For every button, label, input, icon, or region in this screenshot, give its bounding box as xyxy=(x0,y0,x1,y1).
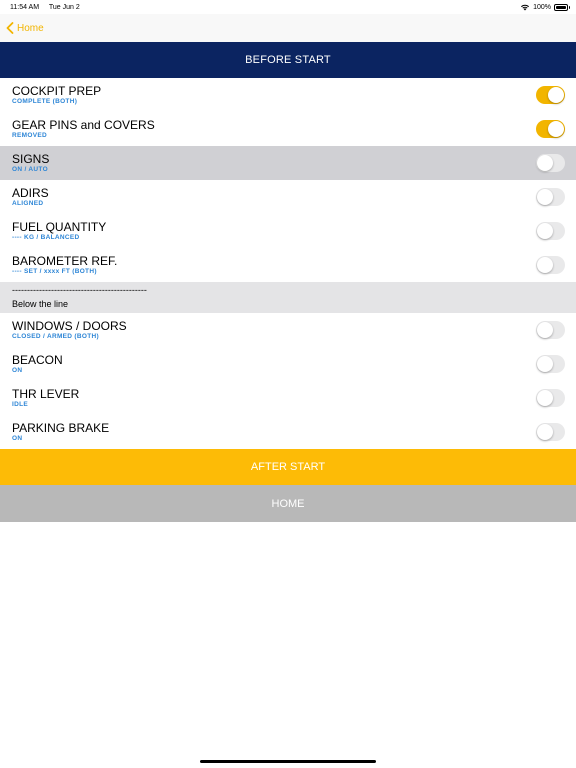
checklist-item-response: IDLE xyxy=(12,401,29,408)
checklist-item-title: FUEL QUANTITY xyxy=(12,220,107,234)
checklist-toggle[interactable] xyxy=(536,389,565,407)
toggle-knob xyxy=(537,223,553,239)
checklist-toggle[interactable] xyxy=(536,154,565,172)
toggle-knob xyxy=(537,257,553,273)
checklist-item-title: GEAR PINS and COVERS xyxy=(12,118,155,132)
checklist-bottom: WINDOWS / DOORS CLOSED / ARMED (BOTH) BEAC… xyxy=(0,313,576,449)
checklist-item-response: ---- KG / BALANCED xyxy=(12,234,80,241)
navigation-bar: Home xyxy=(0,14,576,42)
checklist-item-title: WINDOWS / DOORS xyxy=(12,319,127,333)
checklist-item-title: COCKPIT PREP xyxy=(12,84,102,98)
separator-label: Below the line xyxy=(12,299,69,309)
wifi-icon xyxy=(521,4,530,10)
checklist-row-text: BEACON ON xyxy=(12,353,63,375)
checklist-row-text: SIGNS ON / AUTO xyxy=(12,152,50,174)
checklist-item-response: REMOVED xyxy=(12,132,47,139)
checklist-row[interactable]: COCKPIT PREP COMPLETE (BOTH) xyxy=(0,78,576,112)
checklist-item-title: BEACON xyxy=(12,353,63,367)
toggle-knob xyxy=(537,322,553,338)
status-time: 11:54 AM xyxy=(10,3,40,11)
checklist-toggle[interactable] xyxy=(536,355,565,373)
status-right: 100% xyxy=(520,3,570,11)
chevron-left-icon xyxy=(6,22,14,34)
checklist-item-response: ---- SET / xxxx FT (BOTH) xyxy=(12,268,97,275)
home-button[interactable]: HOME xyxy=(0,485,576,522)
checklist-item-response: ON / AUTO xyxy=(12,166,48,173)
checklist-item-title: THR LEVER xyxy=(12,387,80,401)
status-left: 11:54 AM Tue Jun 2 xyxy=(10,4,88,11)
checklist-row-text: BAROMETER REF. ---- SET / xxxx FT (BOTH) xyxy=(12,254,118,276)
back-button[interactable]: Home xyxy=(6,22,44,34)
page-title: BEFORE START xyxy=(0,42,576,78)
checklist-row[interactable]: BAROMETER REF. ---- SET / xxxx FT (BOTH) xyxy=(0,248,576,282)
checklist-row[interactable]: BEACON ON xyxy=(0,347,576,381)
checklist-row[interactable]: ADIRS ALIGNED xyxy=(0,180,576,214)
checklist-row[interactable]: FUEL QUANTITY ---- KG / BALANCED xyxy=(0,214,576,248)
checklist-row[interactable]: WINDOWS / DOORS CLOSED / ARMED (BOTH) xyxy=(0,313,576,347)
checklist-item-response: ON xyxy=(12,435,23,442)
checklist-row-text: COCKPIT PREP COMPLETE (BOTH) xyxy=(12,84,102,106)
checklist-row[interactable]: THR LEVER IDLE xyxy=(0,381,576,415)
checklist-row-text: ADIRS ALIGNED xyxy=(12,186,49,208)
checklist-toggle[interactable] xyxy=(536,256,565,274)
after-start-button[interactable]: AFTER START xyxy=(0,449,576,485)
checklist-row-text: THR LEVER IDLE xyxy=(12,387,80,409)
checklist-item-response: ALIGNED xyxy=(12,200,44,207)
checklist-toggle[interactable] xyxy=(536,222,565,240)
back-button-label: Home xyxy=(17,22,44,34)
toggle-knob xyxy=(537,424,553,440)
checklist-item-title: SIGNS xyxy=(12,152,50,166)
checklist-item-response: COMPLETE (BOTH) xyxy=(12,98,78,105)
checklist-toggle[interactable] xyxy=(536,188,565,206)
checklist-item-title: BAROMETER REF. xyxy=(12,254,118,268)
checklist-toggle[interactable] xyxy=(536,86,565,104)
checklist-row-text: GEAR PINS and COVERS REMOVED xyxy=(12,118,155,140)
checklist-top: COCKPIT PREP COMPLETE (BOTH) GEAR PINS and… xyxy=(0,78,576,282)
checklist-row-text: PARKING BRAKE ON xyxy=(12,421,110,443)
battery-icon xyxy=(554,3,570,11)
toggle-knob xyxy=(548,121,564,137)
toggle-knob xyxy=(537,155,553,171)
checklist-row[interactable]: PARKING BRAKE ON xyxy=(0,415,576,449)
checklist-item-response: ON xyxy=(12,367,23,374)
toggle-knob xyxy=(537,189,553,205)
checklist-toggle[interactable] xyxy=(536,321,565,339)
checklist-row-text: WINDOWS / DOORS CLOSED / ARMED (BOTH) xyxy=(12,319,127,341)
checklist-item-title: PARKING BRAKE xyxy=(12,421,110,435)
separator-dashes: ----------------------------------------… xyxy=(12,285,147,295)
toggle-knob xyxy=(537,356,553,372)
checklist-item-title: ADIRS xyxy=(12,186,49,200)
below-the-line-separator: ----------------------------------------… xyxy=(0,282,576,313)
checklist-row[interactable]: SIGNS ON / AUTO xyxy=(0,146,576,180)
toggle-knob xyxy=(548,87,564,103)
checklist-toggle[interactable] xyxy=(536,120,565,138)
checklist-row[interactable]: GEAR PINS and COVERS REMOVED xyxy=(0,112,576,146)
status-bar: 11:54 AM Tue Jun 2 100% xyxy=(0,0,576,14)
home-indicator xyxy=(200,760,376,763)
toggle-knob xyxy=(537,390,553,406)
checklist-toggle[interactable] xyxy=(536,423,565,441)
battery-percent: 100% xyxy=(533,3,551,11)
checklist-item-response: CLOSED / ARMED (BOTH) xyxy=(12,333,99,340)
checklist-row-text: FUEL QUANTITY ---- KG / BALANCED xyxy=(12,220,107,242)
status-date: Tue Jun 2 xyxy=(48,3,80,11)
